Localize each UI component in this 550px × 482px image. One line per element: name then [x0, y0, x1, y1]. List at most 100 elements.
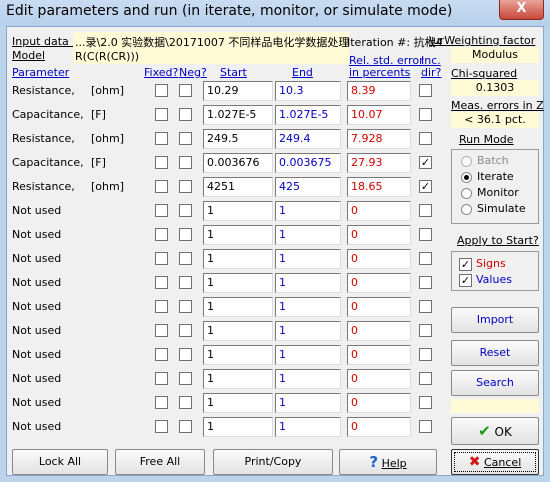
neg-checkbox[interactable] — [179, 252, 192, 265]
radio-simulate-label: Simulate — [477, 202, 526, 215]
fixed-checkbox[interactable] — [155, 252, 168, 265]
inc-dir-checkbox[interactable] — [419, 276, 432, 289]
end-input[interactable]: 1.027E-5 — [275, 105, 341, 125]
start-input[interactable]: 1 — [203, 321, 273, 341]
end-input[interactable]: 1 — [275, 369, 341, 389]
cancel-button[interactable]: ✖ Cancel — [451, 449, 539, 475]
inc-dir-checkbox[interactable] — [419, 300, 432, 313]
end-input[interactable]: 1 — [275, 249, 341, 269]
reset-button[interactable]: Reset — [451, 340, 539, 366]
weighting-value[interactable]: Modulus — [451, 47, 539, 63]
start-input[interactable]: 1 — [203, 417, 273, 437]
end-input[interactable]: 1 — [275, 345, 341, 365]
inc-dir-checkbox[interactable] — [419, 348, 432, 361]
neg-checkbox[interactable] — [179, 228, 192, 241]
neg-checkbox[interactable] — [179, 372, 192, 385]
end-input[interactable]: 10.3 — [275, 81, 341, 101]
row-unit: [F] — [91, 108, 106, 121]
end-input[interactable]: 1 — [275, 273, 341, 293]
fixed-checkbox[interactable] — [155, 228, 168, 241]
start-input[interactable]: 1 — [203, 225, 273, 245]
start-input[interactable]: 1 — [203, 249, 273, 269]
fixed-checkbox[interactable] — [155, 324, 168, 337]
start-input[interactable]: 1 — [203, 369, 273, 389]
row-parameter-name: Resistance, — [12, 132, 75, 145]
inc-dir-checkbox[interactable] — [419, 228, 432, 241]
fixed-checkbox[interactable] — [155, 180, 168, 193]
end-input[interactable]: 1 — [275, 225, 341, 245]
run-mode-group: Batch Iterate Monitor Simulate — [451, 149, 539, 224]
start-input[interactable]: 249.5 — [203, 129, 273, 149]
start-input[interactable]: 1 — [203, 393, 273, 413]
row-parameter-name: Not used — [12, 252, 62, 265]
inc-dir-checkbox[interactable] — [419, 324, 432, 337]
neg-checkbox[interactable] — [179, 300, 192, 313]
start-input[interactable]: 4251 — [203, 177, 273, 197]
ok-button[interactable]: ✔ OK — [451, 417, 539, 445]
inc-dir-checkbox[interactable] — [419, 396, 432, 409]
inc-dir-checkbox[interactable] — [419, 372, 432, 385]
fixed-checkbox[interactable] — [155, 348, 168, 361]
end-input[interactable]: 1 — [275, 393, 341, 413]
print-copy-button[interactable]: Print/Copy — [213, 449, 333, 475]
end-input[interactable]: 249.4 — [275, 129, 341, 149]
end-input[interactable]: 1 — [275, 297, 341, 317]
inc-dir-checkbox[interactable] — [419, 252, 432, 265]
fixed-checkbox[interactable] — [155, 156, 168, 169]
free-all-button[interactable]: Free All — [115, 449, 205, 475]
neg-checkbox[interactable] — [179, 180, 192, 193]
inc-dir-checkbox[interactable] — [419, 108, 432, 121]
row-unit: [F] — [91, 156, 106, 169]
neg-checkbox[interactable] — [179, 204, 192, 217]
neg-checkbox[interactable] — [179, 276, 192, 289]
values-checkbox[interactable]: ✓ — [459, 274, 472, 287]
neg-checkbox[interactable] — [179, 156, 192, 169]
signs-checkbox[interactable]: ✓ — [459, 258, 472, 271]
end-input[interactable]: 1 — [275, 321, 341, 341]
neg-checkbox[interactable] — [179, 348, 192, 361]
start-input[interactable]: 1 — [203, 345, 273, 365]
inc-dir-checkbox[interactable] — [419, 420, 432, 433]
neg-checkbox[interactable] — [179, 132, 192, 145]
inc-dir-checkbox[interactable]: ✓ — [419, 180, 432, 193]
fixed-checkbox[interactable] — [155, 396, 168, 409]
lock-all-button[interactable]: Lock All — [12, 449, 108, 475]
fixed-checkbox[interactable] — [155, 108, 168, 121]
fixed-checkbox[interactable] — [155, 276, 168, 289]
end-input[interactable]: 1 — [275, 417, 341, 437]
end-input[interactable]: 1 — [275, 201, 341, 221]
neg-checkbox[interactable] — [179, 396, 192, 409]
fixed-checkbox[interactable] — [155, 372, 168, 385]
search-button[interactable]: Search — [451, 370, 539, 396]
close-button[interactable]: X — [499, 0, 544, 20]
inc-dir-checkbox[interactable]: ✓ — [419, 156, 432, 169]
fixed-checkbox[interactable] — [155, 132, 168, 145]
start-input[interactable]: 1 — [203, 201, 273, 221]
end-input[interactable]: 425 — [275, 177, 341, 197]
row-parameter-name: Not used — [12, 228, 62, 241]
neg-checkbox[interactable] — [179, 420, 192, 433]
start-input[interactable]: 1 — [203, 273, 273, 293]
radio-monitor[interactable] — [461, 188, 472, 199]
radio-batch[interactable] — [461, 156, 472, 167]
start-input[interactable]: 1 — [203, 297, 273, 317]
fixed-checkbox[interactable] — [155, 300, 168, 313]
fixed-checkbox[interactable] — [155, 84, 168, 97]
inc-dir-checkbox[interactable] — [419, 132, 432, 145]
inc-dir-checkbox[interactable] — [419, 84, 432, 97]
help-button[interactable]: ? Help — [339, 449, 437, 475]
rel-error-value: 18.65 — [347, 177, 411, 197]
end-input[interactable]: 0.003675 — [275, 153, 341, 173]
fixed-checkbox[interactable] — [155, 420, 168, 433]
neg-checkbox[interactable] — [179, 84, 192, 97]
neg-checkbox[interactable] — [179, 108, 192, 121]
fixed-checkbox[interactable] — [155, 204, 168, 217]
import-button[interactable]: Import — [451, 307, 539, 333]
radio-iterate[interactable] — [461, 172, 472, 183]
start-input[interactable]: 1.027E-5 — [203, 105, 273, 125]
start-input[interactable]: 10.29 — [203, 81, 273, 101]
radio-simulate[interactable] — [461, 204, 472, 215]
start-input[interactable]: 0.003676 — [203, 153, 273, 173]
inc-dir-checkbox[interactable] — [419, 204, 432, 217]
neg-checkbox[interactable] — [179, 324, 192, 337]
